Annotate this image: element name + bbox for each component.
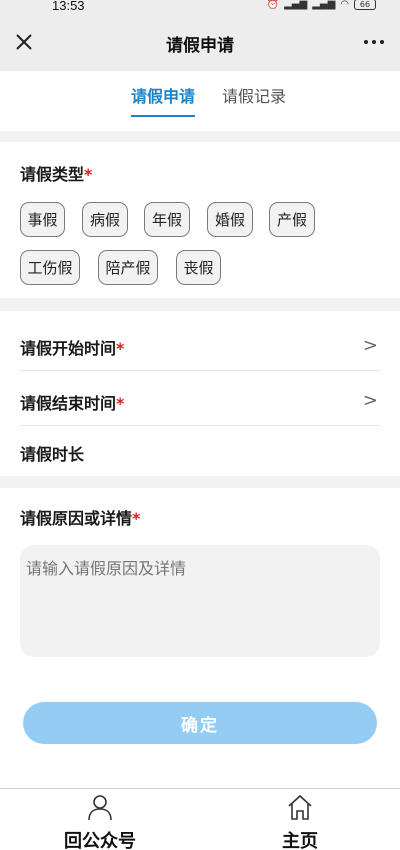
start-time-label: 请假开始时间* xyxy=(20,335,124,359)
required-mark: * xyxy=(116,393,125,413)
tab-leave-apply[interactable]: 请假申请 xyxy=(131,83,196,117)
leave-type-chip-maternity[interactable]: 产假 xyxy=(269,202,315,237)
required-mark: * xyxy=(116,338,125,358)
leave-type-chip-bereavement[interactable]: 丧假 xyxy=(176,250,221,285)
leave-type-section: 请假类型* 事假 病假 年假 婚假 产假 工伤假 陪产假 丧假 xyxy=(0,142,400,298)
end-time-row[interactable]: 请假结束时间* > xyxy=(20,374,380,429)
confirm-button[interactable]: 确定 xyxy=(23,702,377,744)
status-time: 13:53 xyxy=(52,0,85,13)
leave-type-chip-paternity[interactable]: 陪产假 xyxy=(98,250,158,285)
divider xyxy=(20,370,380,371)
tab-bar: 请假申请 请假记录 xyxy=(0,71,400,131)
leave-type-chip-sick[interactable]: 病假 xyxy=(82,202,128,237)
leave-type-label: 请假类型* xyxy=(20,161,92,185)
reason-textarea[interactable] xyxy=(20,545,380,657)
home-button[interactable]: 主页 xyxy=(240,793,360,850)
back-to-official-account-button[interactable]: 回公众号 xyxy=(40,793,160,850)
nav-bar: 请假申请 xyxy=(0,14,400,71)
alarm-icon: ⏰ xyxy=(266,0,280,10)
end-time-label-text: 请假结束时间 xyxy=(20,393,117,413)
chevron-right-icon: > xyxy=(362,390,378,411)
signal-icon-2: ▂▄▆ xyxy=(312,0,336,10)
home-icon xyxy=(288,794,312,820)
duration-row: 请假时长 xyxy=(20,425,380,480)
duration-label: 请假时长 xyxy=(20,444,85,464)
leave-time-section: 请假开始时间* > 请假结束时间* > 请假时长 xyxy=(0,311,400,476)
status-icons: ⏰ ▂▄▆ ▂▄▆ ◠ 66 xyxy=(267,0,376,10)
leave-type-chip-work-injury[interactable]: 工伤假 xyxy=(20,250,80,285)
leave-type-chip-personal[interactable]: 事假 xyxy=(20,202,65,237)
reason-label: 请假原因或详情* xyxy=(20,505,140,529)
status-bar: 13:53 ⏰ ▂▄▆ ▂▄▆ ◠ 66 xyxy=(0,0,400,14)
wifi-icon: ◠ xyxy=(340,0,349,10)
chevron-right-icon: > xyxy=(362,335,378,356)
required-mark: * xyxy=(84,165,93,184)
more-dot xyxy=(364,40,368,44)
leave-type-label-text: 请假类型 xyxy=(20,165,85,184)
signal-icon: ▂▄▆ xyxy=(284,0,308,10)
leave-reason-section: 请假原因或详情* 确定 xyxy=(0,488,400,788)
reason-label-text: 请假原因或详情 xyxy=(20,509,133,528)
more-dot xyxy=(372,40,376,44)
end-time-label: 请假结束时间* xyxy=(20,390,124,414)
user-icon xyxy=(88,795,112,821)
tab-leave-records[interactable]: 请假记录 xyxy=(222,83,286,107)
bottom-bar: 回公众号 主页 xyxy=(0,788,400,850)
leave-type-chip-marriage[interactable]: 婚假 xyxy=(207,202,253,237)
required-mark: * xyxy=(132,509,141,528)
leave-type-chip-annual[interactable]: 年假 xyxy=(144,202,190,237)
official-account-label: 回公众号 xyxy=(64,831,136,850)
home-label: 主页 xyxy=(282,831,318,850)
start-time-label-text: 请假开始时间 xyxy=(20,338,117,358)
page-title: 请假申请 xyxy=(166,36,234,56)
battery-icon: 66 xyxy=(354,0,376,10)
more-dot xyxy=(380,40,384,44)
more-button[interactable] xyxy=(364,28,384,56)
start-time-row[interactable]: 请假开始时间* > xyxy=(20,319,380,374)
